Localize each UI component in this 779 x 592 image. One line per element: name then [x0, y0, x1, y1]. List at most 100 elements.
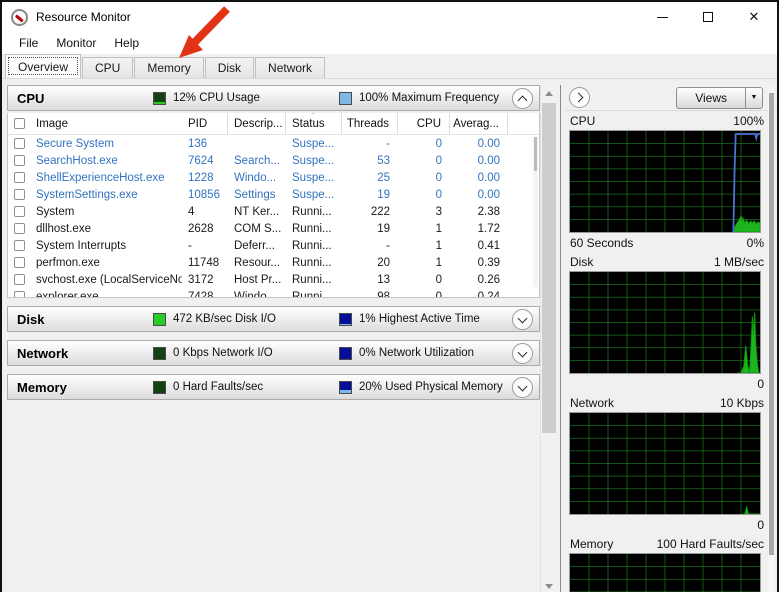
dropdown-arrow-icon: ▼ — [750, 94, 758, 101]
menu-help[interactable]: Help — [105, 34, 148, 52]
title-bar[interactable]: Resource Monitor ✕ — [2, 2, 777, 32]
header-cpu[interactable]: CPU — [398, 113, 450, 134]
row-checkbox[interactable] — [14, 274, 25, 285]
graph-network: Network 10 Kbps 0 — [565, 393, 777, 534]
process-table-header: Image PID Descrip... ˆ Status Threads CPU… — [8, 113, 539, 135]
cell-pid: 1228 — [188, 171, 214, 184]
cell-desc: Windo... — [234, 290, 277, 298]
table-scrollbar[interactable] — [533, 137, 538, 287]
cell-threads: 53 — [377, 154, 390, 167]
maximize-icon — [703, 12, 713, 22]
row-checkbox[interactable] — [14, 223, 25, 234]
table-row[interactable]: explorer.exe 7428 Windo... Runni... 98 0 0.24 — [8, 288, 539, 298]
graph-max-label: 100% — [733, 113, 764, 128]
cell-cpu: 1 — [435, 256, 442, 269]
cell-status: Suspe... — [292, 188, 335, 201]
minimize-button[interactable] — [639, 2, 685, 32]
views-button[interactable]: Views ▼ — [676, 86, 763, 109]
graphs-container: CPU 100% 60 Seconds 0% Disk 1 MB/sec 0 Network 1… — [565, 111, 777, 592]
row-checkbox[interactable] — [14, 291, 25, 297]
menu-file[interactable]: File — [10, 34, 47, 52]
cell-pid: 136 — [188, 137, 208, 150]
chevron-down-icon — [517, 347, 528, 357]
cell-status: Suspe... — [292, 154, 335, 167]
header-description[interactable]: Descrip... — [228, 113, 286, 134]
maximize-button[interactable] — [685, 2, 731, 32]
row-checkbox[interactable] — [14, 155, 25, 166]
header-status[interactable]: ˆ Status — [286, 113, 342, 134]
used-memory-indicator-icon — [339, 380, 352, 394]
close-button[interactable]: ✕ — [731, 2, 777, 32]
memory-section-header[interactable]: Memory 0 Hard Faults/sec 20% Used Physic… — [7, 374, 540, 400]
tab-cpu[interactable]: CPU — [82, 57, 134, 78]
menu-monitor[interactable]: Monitor — [47, 34, 105, 52]
cell-cpu: 3 — [435, 205, 442, 218]
row-checkbox[interactable] — [14, 138, 25, 149]
row-checkbox[interactable] — [14, 240, 25, 251]
cell-image: svchost.exe (LocalServiceNo... — [36, 273, 182, 286]
table-row[interactable]: SearchHost.exe 7624 Search... Suspe... 53 0 0.… — [8, 152, 539, 169]
overview-content: CPU 12% CPU Usage 100% Maximum Frequency… — [2, 79, 777, 592]
disk-active-label: 1% Highest Active Time — [359, 313, 480, 325]
header-pid[interactable]: PID — [182, 113, 228, 134]
row-checkbox[interactable] — [14, 172, 25, 183]
cell-avg: 0.00 — [477, 137, 500, 150]
network-expand-button[interactable] — [512, 343, 533, 364]
network-util-label: 0% Network Utilization — [359, 347, 475, 359]
main-scrollbar[interactable] — [540, 85, 557, 592]
memory-expand-button[interactable] — [512, 377, 533, 398]
views-dropdown-button[interactable]: ▼ — [745, 87, 762, 108]
cell-image: System Interrupts — [36, 239, 127, 252]
tab-network[interactable]: Network — [255, 57, 326, 78]
cell-desc: Windo... — [234, 171, 277, 184]
graphs-toolbar: Views ▼ — [565, 85, 777, 111]
cell-threads: 19 — [377, 188, 390, 201]
panel-scrollbar-thumb[interactable] — [769, 93, 774, 555]
tab-disk[interactable]: Disk — [204, 57, 255, 78]
tab-overview[interactable]: Overview — [5, 54, 82, 78]
row-checkbox[interactable] — [14, 189, 25, 200]
network-section-header[interactable]: Network 0 Kbps Network I/O 0% Network Ut… — [7, 340, 540, 366]
scroll-down-button[interactable] — [541, 578, 557, 592]
scrollbar-thumb[interactable] — [542, 103, 556, 433]
views-label: Views — [695, 90, 727, 105]
table-row[interactable]: svchost.exe (LocalServiceNo... 3172 Host P… — [8, 271, 539, 288]
cell-threads: 19 — [377, 222, 390, 235]
header-average-cpu[interactable]: Averag... — [450, 113, 508, 134]
max-frequency-label: 100% Maximum Frequency — [359, 92, 499, 104]
panel-scrollbar[interactable] — [768, 87, 775, 592]
table-row[interactable]: System 4 NT Ker... Runni... 222 3 2.38 — [8, 203, 539, 220]
disk-io-indicator-icon — [153, 312, 166, 326]
tab-memory[interactable]: Memory — [134, 57, 204, 78]
cell-desc: Resour... — [234, 256, 281, 269]
disk-io-label: 472 KB/sec Disk I/O — [173, 313, 276, 325]
table-row[interactable]: Secure System 136 Suspe... - 0 0.00 — [8, 135, 539, 152]
table-row[interactable]: System Interrupts - Deferr... Runni... - 1 0.4… — [8, 237, 539, 254]
disk-section-header[interactable]: Disk 472 KB/sec Disk I/O 1% Highest Acti… — [7, 306, 540, 332]
scroll-up-button[interactable] — [541, 85, 557, 101]
cpu-collapse-button[interactable] — [512, 88, 533, 109]
header-threads[interactable]: Threads — [342, 113, 398, 134]
cell-cpu: 1 — [435, 239, 442, 252]
cell-pid: 10856 — [188, 188, 220, 201]
table-row[interactable]: SystemSettings.exe 10856 Settings Suspe... 1… — [8, 186, 539, 203]
table-row[interactable]: ShellExperienceHost.exe 1228 Windo... Suspe… — [8, 169, 539, 186]
cell-threads: 25 — [377, 171, 390, 184]
graph-plot-area — [569, 412, 761, 515]
cell-desc: Host Pr... — [234, 273, 282, 286]
disk-expand-button[interactable] — [512, 309, 533, 330]
cpu-section-header[interactable]: CPU 12% CPU Usage 100% Maximum Frequency — [7, 85, 540, 111]
resource-monitor-window: Resource Monitor ✕ File Monitor Help Ove… — [0, 0, 779, 592]
memory-section-title: Memory — [17, 379, 67, 395]
row-checkbox[interactable] — [14, 206, 25, 217]
cell-avg: 1.72 — [477, 222, 500, 235]
panel-collapse-button[interactable] — [569, 87, 590, 108]
table-row[interactable]: dllhost.exe 2628 COM S... Runni... 19 1 1.72 — [8, 220, 539, 237]
header-image[interactable]: Image — [30, 113, 182, 134]
chevron-right-icon — [573, 92, 583, 103]
table-row[interactable]: perfmon.exe 11748 Resour... Runni... 20 1 0.39 — [8, 254, 539, 271]
select-all-checkbox[interactable] — [14, 118, 25, 129]
graph-bottom-right-label: 0 — [757, 517, 764, 532]
cell-pid: 3172 — [188, 273, 214, 286]
row-checkbox[interactable] — [14, 257, 25, 268]
